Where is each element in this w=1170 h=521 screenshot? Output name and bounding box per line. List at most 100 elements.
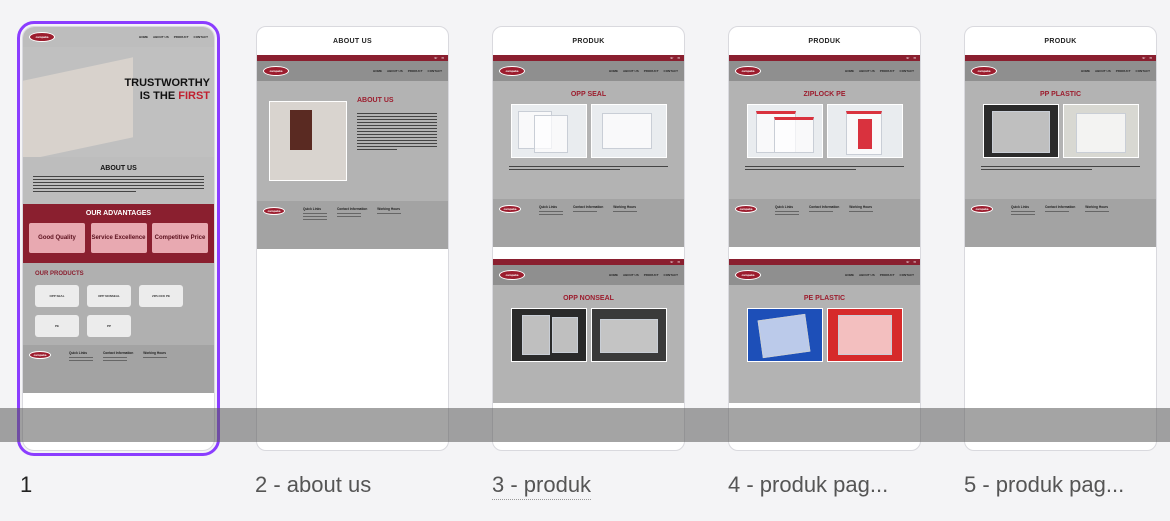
about-title: ABOUT US bbox=[357, 97, 394, 104]
page-label-3-text[interactable]: 3 - produk bbox=[492, 472, 592, 500]
about-text bbox=[33, 176, 204, 192]
about-section: ABOUT US bbox=[23, 157, 214, 204]
footer-quick-links: Quick Links bbox=[775, 205, 794, 209]
nav-about: ABOUT US bbox=[859, 273, 875, 277]
navbar: campaka HOME ABOUT US PRODUCT CONTACT bbox=[257, 61, 448, 81]
footer-quick-links: Quick Links bbox=[303, 207, 322, 211]
nav-home: HOME bbox=[1081, 69, 1091, 73]
footer-quick-links: Quick Links bbox=[1011, 205, 1030, 209]
product-photo bbox=[1062, 104, 1139, 158]
products-section: OUR PRODUCTS OPP SEAL OPP NONSEAL ZIPLOC… bbox=[23, 263, 214, 345]
opp-nonseal-section: OPP NONSEAL bbox=[493, 285, 684, 403]
page-head: PRODUK bbox=[572, 37, 605, 45]
nav-about: ABOUT US bbox=[387, 69, 403, 73]
nav-product: PRODUCT bbox=[879, 69, 895, 73]
product-chip: PP bbox=[87, 315, 131, 337]
section-title: OPP SEAL bbox=[570, 91, 607, 98]
about-image bbox=[269, 101, 347, 181]
nav-product: PRODUCT bbox=[643, 69, 659, 73]
page-thumbnail-5[interactable]: PRODUK ☏ ✉ campaka HOME ABOUT US PRODUCT … bbox=[964, 26, 1157, 451]
nav-about: ABOUT US bbox=[623, 273, 639, 277]
section-title: ZIPLOCK PE bbox=[803, 91, 846, 98]
footer-quick-links: Quick Links bbox=[69, 351, 88, 355]
logo: campaka bbox=[29, 32, 55, 42]
nav-home: HOME bbox=[609, 69, 619, 73]
navbar: campaka HOME ABOUT US PRODUCT CONTACT bbox=[23, 27, 214, 47]
footer-logo: campaka bbox=[971, 205, 993, 213]
nav-about: ABOUT US bbox=[623, 69, 639, 73]
page-label-2[interactable]: 2 - about us bbox=[255, 472, 371, 498]
logo: campaka bbox=[971, 66, 997, 76]
page-thumbnail-strip: campaka HOME ABOUT US PRODUCT CONTACT TR… bbox=[0, 0, 1170, 521]
page-thumbnail-2[interactable]: ABOUT US ☏ ✉ campaka HOME ABOUT US PRODUC… bbox=[256, 26, 449, 451]
section-title: OPP NONSEAL bbox=[563, 295, 614, 302]
nav-home: HOME bbox=[139, 35, 149, 39]
nav-contact: CONTACT bbox=[427, 69, 442, 73]
product-photo bbox=[510, 104, 587, 158]
nav-contact: CONTACT bbox=[663, 69, 678, 73]
navbar: campaka HOME ABOUT US PRODUCT CONTACT bbox=[493, 61, 684, 81]
section-caption bbox=[729, 166, 920, 170]
logo: campaka bbox=[263, 66, 289, 76]
hero-section: TRUSTWORTHY IS THE FIRST bbox=[23, 47, 214, 157]
page-thumbnail-1[interactable]: campaka HOME ABOUT US PRODUCT CONTACT TR… bbox=[17, 21, 220, 456]
navbar: campaka HOME ABOUT US PRODUCT CONTACT bbox=[493, 265, 684, 285]
hero-line-2a: IS THE bbox=[139, 90, 179, 102]
page-thumbnail-3[interactable]: PRODUK ☏ ✉ campaka HOME ABOUT US PRODUCT … bbox=[492, 26, 685, 451]
footer: campaka Quick Links Contact Information … bbox=[729, 199, 920, 247]
navbar: campaka HOME ABOUT US PRODUCT CONTACT bbox=[965, 61, 1156, 81]
product-photo bbox=[590, 308, 667, 362]
footer-contact: Contact Information bbox=[1045, 205, 1076, 209]
product-photo bbox=[590, 104, 667, 158]
nav-home: HOME bbox=[845, 273, 855, 277]
footer: campaka Quick Links Contact Information … bbox=[965, 199, 1156, 247]
section-caption bbox=[965, 166, 1156, 170]
footer-contact: Contact Information bbox=[103, 351, 134, 355]
page-label-1[interactable]: 1 bbox=[20, 472, 32, 498]
footer: campaka Quick Links Contact Information … bbox=[23, 345, 214, 393]
pp-plastic-section: PP PLASTIC bbox=[965, 81, 1156, 199]
navbar: campaka HOME ABOUT US PRODUCT CONTACT bbox=[729, 61, 920, 81]
advantage-service: Service Excellence bbox=[90, 223, 147, 253]
page-label-4[interactable]: 4 - produk pag... bbox=[728, 472, 888, 498]
section-title: PE PLASTIC bbox=[803, 295, 846, 302]
advantages-section: OUR ADVANTAGES Good Quality Service Exce… bbox=[23, 204, 214, 263]
footer: campaka Quick Links Contact Information … bbox=[493, 199, 684, 247]
product-photo bbox=[510, 308, 587, 362]
nav-contact: CONTACT bbox=[899, 273, 914, 277]
product-photo bbox=[746, 308, 823, 362]
opp-seal-section: OPP SEAL bbox=[493, 81, 684, 199]
page-thumbnail-4[interactable]: PRODUK ☏ ✉ campaka HOME ABOUT US PRODUCT … bbox=[728, 26, 921, 451]
nav-about: ABOUT US bbox=[859, 69, 875, 73]
footer-hours: Working Hours bbox=[1085, 205, 1109, 209]
section-title: PP PLASTIC bbox=[1039, 91, 1082, 98]
footer-logo: campaka bbox=[499, 205, 521, 213]
pe-plastic-section: PE PLASTIC bbox=[729, 285, 920, 403]
footer-hours: Working Hours bbox=[377, 207, 401, 211]
page-label-3[interactable]: 3 - produk bbox=[492, 472, 592, 500]
logo: campaka bbox=[735, 66, 761, 76]
footer-hours: Working Hours bbox=[849, 205, 873, 209]
nav-home: HOME bbox=[845, 69, 855, 73]
footer-hours: Working Hours bbox=[613, 205, 637, 209]
product-photo bbox=[826, 104, 903, 158]
product-photo bbox=[982, 104, 1059, 158]
advantages-title: OUR ADVANTAGES bbox=[85, 210, 152, 217]
nav-about: ABOUT US bbox=[153, 35, 169, 39]
advantage-good-quality: Good Quality bbox=[29, 223, 85, 253]
page-label-5[interactable]: 5 - produk pag... bbox=[964, 472, 1124, 498]
nav-contact: CONTACT bbox=[663, 273, 678, 277]
product-photo bbox=[826, 308, 903, 362]
about-section: ABOUT US bbox=[257, 81, 448, 201]
footer-contact: Contact Information bbox=[809, 205, 840, 209]
ziplock-section: ZIPLOCK PE bbox=[729, 81, 920, 199]
nav-about: ABOUT US bbox=[1095, 69, 1111, 73]
hero-line-1: TRUSTWORTHY bbox=[124, 77, 210, 89]
footer-logo: campaka bbox=[29, 351, 51, 359]
nav-contact: CONTACT bbox=[1135, 69, 1150, 73]
nav-home: HOME bbox=[373, 69, 383, 73]
footer-logo: campaka bbox=[263, 207, 285, 215]
about-title: ABOUT US bbox=[100, 165, 137, 172]
footer-logo: campaka bbox=[735, 205, 757, 213]
footer-contact: Contact Information bbox=[337, 207, 368, 211]
